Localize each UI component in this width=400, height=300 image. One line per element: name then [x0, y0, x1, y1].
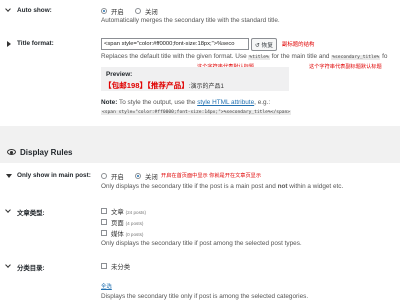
title-format-help-prefix: Replaces the default title with the give… [101, 53, 247, 60]
note-code: <span style="color:#ff0000;font-size:14p… [101, 110, 292, 115]
post-type-posts-label: 文章 (24 posts) [111, 207, 146, 216]
preview-plain-text: :演示的产品1 [188, 84, 224, 90]
note-suffix: , e.g.: [254, 99, 271, 106]
post-type-checkbox-media[interactable] [101, 230, 107, 236]
only-main-post-off-radio[interactable] [135, 173, 141, 179]
post-types-help: Only displays the secondary title if pos… [101, 240, 302, 247]
eye-icon [7, 149, 16, 155]
post-type-media-label: 媒体 (0 posts) [111, 229, 143, 238]
only-main-post-help-suffix: within a widget etc. [289, 183, 344, 190]
code-title: %title% [248, 55, 270, 60]
note-text: To style the output, use the [119, 99, 196, 106]
display-rules-heading: Display Rules [20, 148, 73, 157]
only-main-post-off-label: 关闭 [145, 174, 158, 181]
categories-help: Displays the secondary title only if pos… [101, 293, 309, 300]
preview-text: 【包邮198】【推荐产品】:演示的产品1 [104, 80, 224, 91]
title-format-help-middle: for the main title and [271, 53, 330, 60]
post-type-posts-name: 文章 [111, 209, 124, 216]
only-main-post-help-prefix: Only displays the secondary title if the… [101, 183, 276, 190]
auto-show-off-label: 关闭 [145, 9, 158, 16]
note-code-example: <span style="color:#ff0000;font-size:14p… [101, 108, 292, 115]
auto-show-on-radio[interactable] [101, 8, 107, 14]
only-main-post-label: Only show in main post: [17, 172, 91, 179]
post-type-posts-count: (24 posts) [125, 210, 146, 215]
preview-label: Preview: [106, 71, 133, 78]
auto-show-off-radio[interactable] [135, 8, 141, 14]
style-attribute-link[interactable]: style HTML attribute [197, 99, 254, 106]
only-main-post-help-bold: not [277, 183, 288, 190]
title-format-help-suffix: fo [382, 53, 388, 60]
title-format-input[interactable]: <span style="color:#ff0000;font-size:18p… [101, 38, 249, 50]
post-type-media-count: (0 posts) [125, 232, 144, 237]
post-type-media-name: 媒体 [111, 231, 124, 238]
post-types-label: 文章类型: [17, 210, 45, 217]
auto-show-label: Auto show: [17, 7, 52, 14]
restore-button-label: 恢复 [261, 43, 274, 49]
title-format-help: Replaces the default title with the give… [101, 53, 387, 60]
only-main-post-on-radio[interactable] [101, 173, 107, 179]
only-main-post-on-label: 开启 [111, 174, 124, 181]
annotation-secondary-string: 这个字符串代表副标题默认标题 [309, 64, 382, 70]
note-bold: Note: [101, 99, 118, 106]
preview-red-text: 【包邮198】【推荐产品】 [104, 81, 189, 90]
restore-button[interactable]: ↺ 恢复 [251, 38, 278, 51]
annotation-main-post: 开启在首页面中显示 你就是开在文章页显示 [161, 173, 262, 179]
title-format-label: Title format: [17, 40, 54, 47]
category-uncategorized-label: 未分类 [111, 264, 131, 271]
categories-label: 分类目录: [17, 265, 45, 272]
code-secondary-title: %secondary_title% [331, 55, 381, 60]
caret-right-icon [7, 41, 11, 47]
post-type-pages-count: (4 posts) [125, 221, 144, 226]
note-line: Note: To style the output, use the style… [101, 99, 270, 106]
post-type-checkbox-pages[interactable] [101, 219, 107, 225]
category-checkbox-uncategorized[interactable] [101, 263, 107, 269]
post-type-checkbox-posts[interactable] [101, 208, 107, 214]
filter-arrow-icon [6, 174, 12, 178]
auto-show-on-label: 开启 [111, 9, 124, 16]
annotation-structure: 副标题的结构 [282, 42, 315, 48]
only-main-post-help: Only displays the secondary title if the… [101, 183, 343, 190]
select-all-link[interactable]: 全选 [101, 282, 112, 290]
auto-show-help: Automatically merges the secondary title… [101, 17, 280, 24]
post-type-pages-name: 页面 [111, 220, 124, 227]
post-type-pages-label: 页面 (4 posts) [111, 218, 143, 227]
